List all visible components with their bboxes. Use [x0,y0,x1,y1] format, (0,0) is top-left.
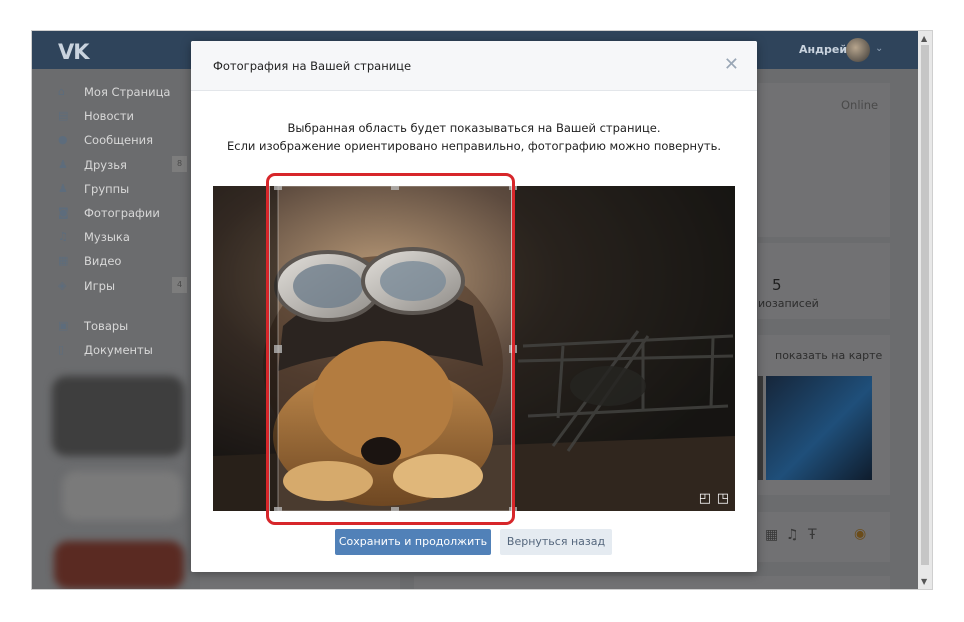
dialog-header: Фотография на Вашей странице ✕ [191,41,757,91]
globe-icon[interactable]: ◉ [854,526,866,542]
home-icon: ⌂ [58,85,65,98]
goods-icon: ▣ [58,318,69,332]
chevron-down-icon[interactable]: ⌄ [875,43,883,54]
show-on-map-link[interactable]: показать на карте [775,349,882,362]
scroll-up-icon[interactable]: ▲ [921,34,927,43]
header-avatar[interactable] [846,38,870,62]
header-user-name[interactable]: Андрей [799,43,847,56]
games-icon: ◈ [58,278,67,292]
sidebar-item[interactable]: ⌂ Моя Страница [54,83,189,107]
video-icon: ▦ [58,254,69,268]
photo-crop-dialog: Фотография на Вашей странице ✕ Выбранная… [191,41,757,572]
sidebar-item[interactable]: ● Сообщения [54,131,189,155]
sidebar-item-label: Игры [84,278,116,293]
rotate-right-icon[interactable]: ◳ [717,491,729,506]
dialog-hint-line1: Выбранная область будет показываться на … [287,121,661,135]
sidebar-item-badge: 4 [172,276,187,293]
sidebar-item-label: Новости [84,109,134,124]
scroll-thumb[interactable] [921,45,929,565]
go-back-button[interactable]: Вернуться назад [500,529,612,555]
sidebar-item[interactable]: ♫ Музыка [54,228,189,252]
news-icon: ▤ [58,109,69,123]
sidebar-item-label: Сообщения [84,133,154,148]
documents-icon: ▯ [58,342,65,356]
wall-card [414,576,890,589]
sidebar-item-label: Товары [84,318,129,333]
save-and-continue-button[interactable]: Сохранить и продолжить [335,529,491,555]
photo-image [213,186,735,511]
sidebar-item[interactable]: ◈ Игры 4 [54,276,189,301]
video-attach-icon[interactable]: ▦ [765,527,778,543]
sidebar-item[interactable]: ▤ Новости [54,107,189,131]
sidebar-item[interactable]: ▦ Видео [54,252,189,276]
page-scrollbar[interactable]: ▲ ▼ [918,31,932,589]
sidebar-ad-blurred [52,376,184,456]
sidebar-item-badge: 8 [172,155,187,172]
sidebar-item-label: Группы [84,181,130,196]
dialog-title: Фотография на Вашей странице [213,59,412,73]
photos-count[interactable]: 5 [772,276,782,294]
photo-thumbnail[interactable] [758,376,763,480]
scroll-down-icon[interactable]: ▼ [921,577,927,586]
sidebar-item-label: Моя Страница [84,85,171,99]
rotate-left-icon[interactable]: ◰ [699,491,711,506]
sidebar-ad-blurred [54,541,184,589]
vk-logo[interactable]: VK [58,40,90,64]
photos-count-label[interactable]: иозаписей [758,297,819,310]
sidebar-item-label: Фотографии [84,205,160,220]
groups-icon: ♟ [58,181,68,195]
sidebar-item-label: Видео [84,254,122,269]
dialog-hint-line2: Если изображение ориентировано неправиль… [226,139,722,153]
music-icon: ♫ [58,230,68,244]
friends-icon: ♟ [58,157,68,171]
sidebar-item[interactable]: ▣ Товары [54,317,189,341]
sidebar-item-label: Друзья [84,157,127,172]
sidebar-item-label: Музыка [84,230,130,245]
messages-icon: ● [58,133,68,147]
sidebar-item[interactable]: ▯ Документы [54,341,189,365]
photo-thumbnail[interactable] [766,376,872,480]
sidebar-item[interactable]: ♟ Друзья 8 [54,155,189,180]
photos-icon: ◙ [58,205,69,219]
note-attach-icon[interactable]: Ŧ [808,527,817,543]
close-icon[interactable]: ✕ [724,54,739,75]
sidebar: ⌂ Моя Страница ▤ Новости ● Сообщения ♟ Друзья 8 ♟… [54,83,189,365]
sidebar-item[interactable]: ◙ Фотографии [54,204,189,228]
photo-crop-area[interactable]: ◰ ◳ [213,186,735,511]
sidebar-item[interactable]: ♟ Группы [54,180,189,204]
browser-viewport: VK Андрей ⌄ ⌂ Моя Страница ▤ Новости ● Сообще… [32,31,932,589]
friends-card [200,569,400,589]
sidebar-ad-blurred [62,471,182,521]
online-status: Online [841,98,879,112]
sidebar-item-label: Документы [84,342,153,357]
music-attach-icon[interactable]: ♫ [786,527,799,543]
